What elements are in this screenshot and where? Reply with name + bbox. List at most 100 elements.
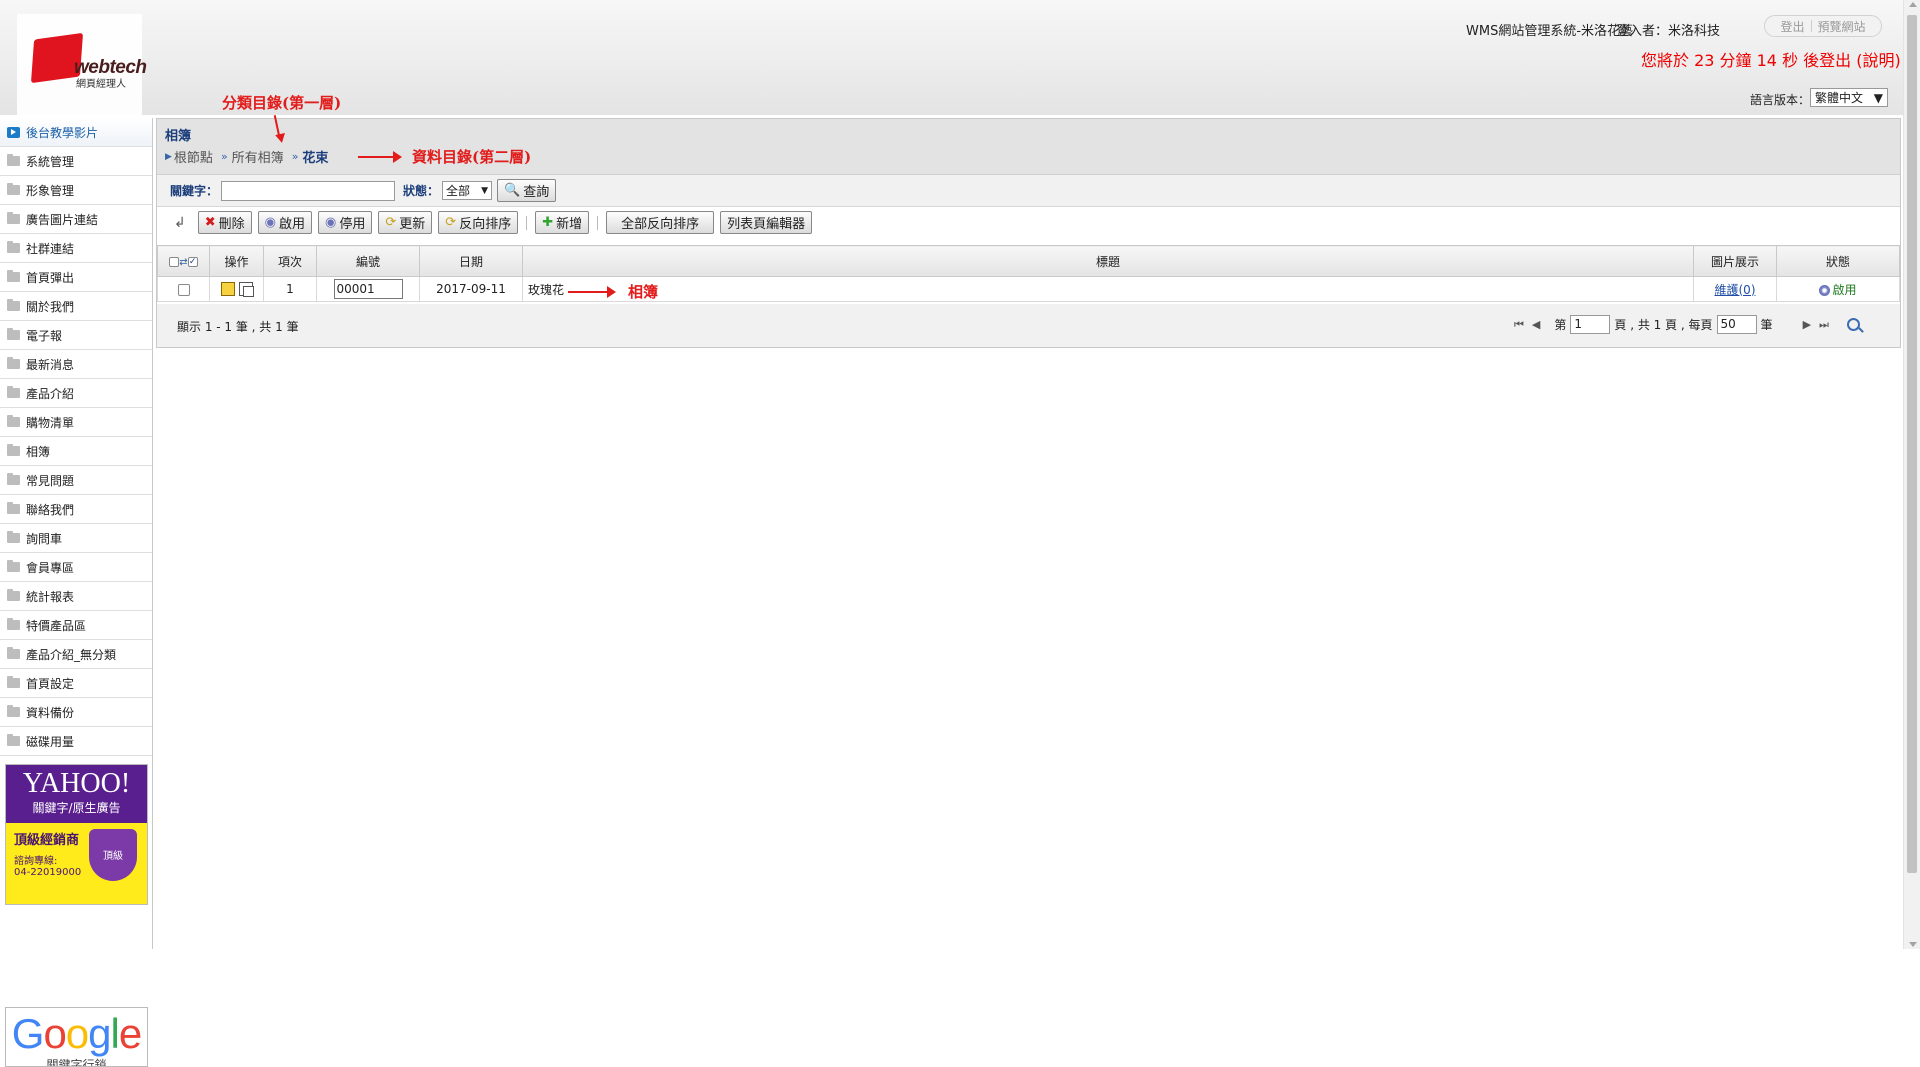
enable-button[interactable]: ◉ 啟用 xyxy=(257,211,313,234)
sidebar-item-18[interactable]: 產品介紹_無分類 xyxy=(0,640,152,669)
checkbox-icon[interactable] xyxy=(169,256,180,267)
row-code-cell: 00001 xyxy=(316,276,420,302)
sidebar-item-5[interactable]: 首頁彈出 xyxy=(0,263,152,292)
sidebar-item-20[interactable]: 資料備份 xyxy=(0,698,152,727)
language-value: 繁體中文 xyxy=(1815,91,1864,105)
status-select[interactable]: 全部 ▼ xyxy=(442,181,493,200)
sidebar: 後台教學影片 系統管理 形象管理 廣告圖片連結 社群連結 首頁彈出 關於我們 電子報 最新消息產… xyxy=(0,118,153,1067)
sidebar-item-label: 相簿 xyxy=(26,444,51,459)
breadcrumb-root[interactable]: 根節點 xyxy=(174,147,213,166)
sidebar-item-10[interactable]: 購物清單 xyxy=(0,408,152,437)
sidebar-item-label: 會員專區 xyxy=(26,560,75,575)
logout-button[interactable]: 登出 xyxy=(1780,18,1804,35)
sidebar-item-9[interactable]: 產品介紹 xyxy=(0,379,152,408)
gallery-maintain-link[interactable]: 維護(0) xyxy=(1715,283,1756,297)
query-button[interactable]: 🔍 查詢 xyxy=(497,179,557,202)
folder-icon xyxy=(7,647,20,659)
preview-site-button[interactable]: 預覽網站 xyxy=(1818,18,1866,35)
vertical-scrollbar[interactable] xyxy=(1903,0,1920,949)
copy-icon[interactable] xyxy=(238,282,254,298)
swap-icon: ⇄ xyxy=(179,257,188,268)
sidebar-item-1[interactable]: 系統管理 xyxy=(0,147,152,176)
breadcrumb-all-albums[interactable]: 所有相簿 xyxy=(232,147,284,166)
reverse-sort-button[interactable]: ⟳ 反向排序 xyxy=(438,211,519,234)
row-title[interactable]: 玫瑰花 xyxy=(528,283,564,297)
keyword-label: 關鍵字： xyxy=(170,184,219,198)
checkbox-checked-icon[interactable]: ✓ xyxy=(187,256,198,267)
sidebar-item-21[interactable]: 磁碟用量 xyxy=(0,727,152,756)
update-button[interactable]: ⟳ 更新 xyxy=(378,211,433,234)
sidebar-item-3[interactable]: 廣告圖片連結 xyxy=(0,205,152,234)
disable-button[interactable]: ◉ 停用 xyxy=(318,211,373,234)
sidebar-item-label: 磁碟用量 xyxy=(26,734,75,749)
sidebar-item-label: 詢問車 xyxy=(26,531,63,546)
sidebar-item-16[interactable]: 統計報表 xyxy=(0,582,152,611)
sidebar-item-7[interactable]: 電子報 xyxy=(0,321,152,350)
delete-button[interactable]: ✖ 刪除 xyxy=(197,211,252,234)
double-chevron-icon: » xyxy=(291,150,299,163)
keyword-input[interactable] xyxy=(221,180,396,201)
per-page-input[interactable]: 50 xyxy=(1716,315,1757,334)
language-select[interactable]: 繁體中文 ▼ xyxy=(1810,88,1888,107)
sidebar-item-6[interactable]: 關於我們 xyxy=(0,292,152,321)
folder-icon xyxy=(7,734,20,746)
scroll-down-icon[interactable] xyxy=(1909,942,1917,947)
sidebar-item-13[interactable]: 聯絡我們 xyxy=(0,495,152,524)
folder-icon xyxy=(7,618,20,630)
table-header-row: ⇄✓ 操作 項次 編號 日期 標題 圖片展示 狀態 xyxy=(157,245,1900,277)
edit-icon[interactable] xyxy=(220,282,235,297)
next-page-icon[interactable]: ▶ xyxy=(1803,318,1811,331)
folder-icon xyxy=(7,357,20,369)
page-number-input[interactable]: 1 xyxy=(1570,315,1611,334)
sidebar-item-15[interactable]: 會員專區 xyxy=(0,553,152,582)
enable-button-label: 啟用 xyxy=(279,217,306,232)
folder-icon xyxy=(7,270,20,282)
scroll-up-icon[interactable] xyxy=(1909,2,1917,7)
reverse-all-button-label: 全部反向排序 xyxy=(621,217,700,232)
update-button-label: 更新 xyxy=(399,217,426,232)
row-checkbox[interactable] xyxy=(177,283,190,296)
sidebar-item-19[interactable]: 首頁設定 xyxy=(0,669,152,698)
row-status-cell[interactable]: 啟用 xyxy=(1776,276,1900,302)
prev-page-icon[interactable]: ◀ xyxy=(1532,318,1540,331)
scrollbar-thumb[interactable] xyxy=(1907,15,1917,873)
google-logo-letter: e xyxy=(118,1010,142,1057)
google-ad-banner[interactable]: Google 關鍵字行銷 xyxy=(5,1007,148,1067)
sidebar-item-4[interactable]: 社群連結 xyxy=(0,234,152,263)
sidebar-item-8[interactable]: 最新消息 xyxy=(0,350,152,379)
sidebar-item-0[interactable]: 後台教學影片 xyxy=(0,118,152,147)
row-action-cell xyxy=(209,276,264,302)
sidebar-item-17[interactable]: 特價產品區 xyxy=(0,611,152,640)
first-page-icon[interactable]: ⏮ xyxy=(1514,318,1524,332)
search-icon[interactable] xyxy=(1846,318,1860,331)
folder-icon xyxy=(7,589,20,601)
pager: ⏮ ◀ 第 1 頁 , 共 1 頁 , 每頁 50 筆 ▶ ⏭ xyxy=(1510,315,1860,334)
status-disc-icon xyxy=(1819,284,1831,296)
sidebar-item-label: 關於我們 xyxy=(26,299,75,314)
annotation-category-dir: 分類目錄(第一層) xyxy=(222,94,342,112)
back-arrow-icon[interactable]: ↲ xyxy=(174,215,186,231)
sidebar-item-label: 產品介紹_無分類 xyxy=(26,647,117,662)
refresh-icon: ⟳ xyxy=(445,215,457,230)
yahoo-ad-banner[interactable]: YAHOO! 關鍵字/原生廣告 頂級經銷商 諮詢專線: 04-22019000 … xyxy=(5,764,148,905)
code-input[interactable]: 00001 xyxy=(333,279,403,299)
red-x-icon: ✖ xyxy=(204,215,216,230)
page-total-text: 頁 , 共 1 頁 , 每頁 xyxy=(1614,318,1713,332)
logout-timer[interactable]: 您將於 23 分鐘 14 秒 後登出 (說明) xyxy=(1641,47,1901,71)
sidebar-item-label: 首頁彈出 xyxy=(26,270,75,285)
column-header-index: 項次 xyxy=(263,245,317,277)
add-button[interactable]: ✚ 新增 xyxy=(535,211,590,234)
sidebar-item-11[interactable]: 相簿 xyxy=(0,437,152,466)
table-row: 1 00001 2017-09-11 玫瑰花 維護(0) 啟用 xyxy=(157,276,1900,302)
status-label: 狀態： xyxy=(403,184,440,198)
last-page-icon[interactable]: ⏭ xyxy=(1819,318,1829,332)
sidebar-item-14[interactable]: 詢問車 xyxy=(0,524,152,553)
list-editor-button[interactable]: 列表頁編輯器 xyxy=(720,211,813,234)
reverse-all-button[interactable]: 全部反向排序 xyxy=(606,211,715,234)
add-button-label: 新增 xyxy=(556,217,583,232)
select-all-header[interactable]: ⇄✓ xyxy=(157,245,210,277)
search-bar: 關鍵字： 狀態： 全部 ▼ 🔍 查詢 xyxy=(157,175,1900,207)
sidebar-item-12[interactable]: 常見問題 xyxy=(0,466,152,495)
sidebar-item-label: 後台教學影片 xyxy=(26,125,99,140)
sidebar-item-2[interactable]: 形象管理 xyxy=(0,176,152,205)
